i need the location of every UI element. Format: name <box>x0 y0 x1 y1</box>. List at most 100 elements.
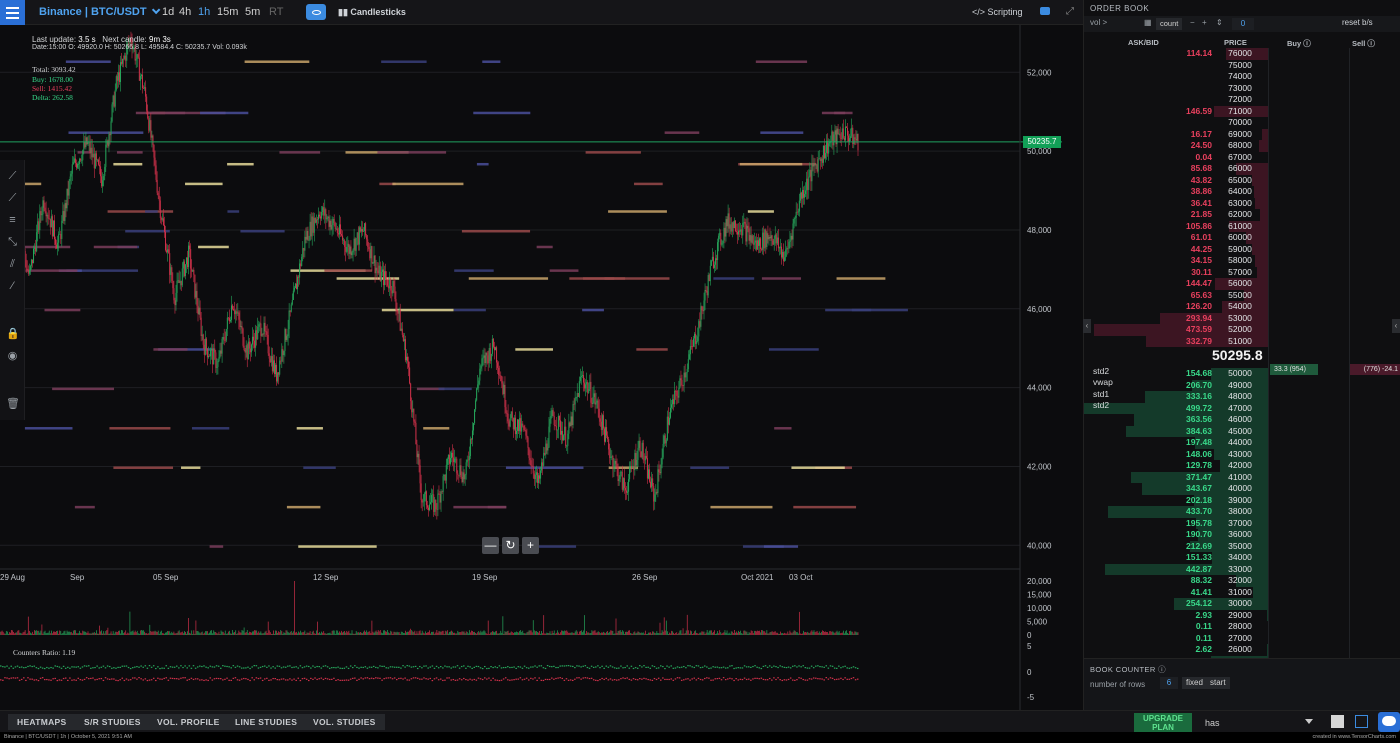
tab-vol-studies[interactable]: VOL. STUDIES <box>304 714 385 730</box>
ask-row[interactable]: 65.63 55000 <box>1084 289 1400 301</box>
ask-row[interactable]: 75000 <box>1084 60 1400 72</box>
bid-row[interactable]: 2.93 29000 <box>1084 609 1400 622</box>
ask-row[interactable]: 144.47 56000 <box>1084 278 1400 290</box>
chevron-down-icon[interactable] <box>1305 719 1313 724</box>
arrows-icon[interactable]: ⇕ <box>1216 18 1223 27</box>
camera-icon[interactable] <box>1040 7 1050 15</box>
bid-row[interactable]: 41.41 31000 <box>1084 586 1400 599</box>
ask-row[interactable]: 146.59 71000 <box>1084 105 1400 117</box>
trash-icon[interactable]: 🗑 <box>6 398 20 411</box>
bid-row[interactable]: 88.32 32000 <box>1084 575 1400 587</box>
upgrade-plan-button[interactable]: UPGRADE PLAN <box>1134 713 1192 733</box>
tab-heatmaps[interactable]: HEATMAPS <box>8 714 76 730</box>
channel-icon[interactable]: ⫽ <box>6 258 19 271</box>
pair-selector[interactable]: Binance | BTC/USDT <box>39 5 160 18</box>
vol-label[interactable]: vol > <box>1090 18 1107 27</box>
bid-row[interactable]: 212.69 35000 <box>1084 540 1400 553</box>
bid-row[interactable]: 254.12 30000 <box>1084 598 1400 610</box>
bid-row[interactable]: 384.63 45000 <box>1084 425 1400 438</box>
lock-icon[interactable]: 🔒 <box>6 328 20 341</box>
bid-row[interactable]: 2.62 26000 <box>1084 644 1400 656</box>
ruler-icon[interactable]: ⁄ <box>6 280 19 293</box>
bid-row[interactable]: 371.47 41000 <box>1084 471 1400 484</box>
ask-row[interactable]: 16.17 69000 <box>1084 128 1400 140</box>
ask-row[interactable]: 0.04 67000 <box>1084 152 1400 164</box>
ask-row[interactable]: 24.50 68000 <box>1084 140 1400 152</box>
ask-row[interactable]: 30.11 57000 <box>1084 266 1400 278</box>
count-button[interactable]: count <box>1156 18 1183 30</box>
tab-line-studies[interactable]: LINE STUDIES <box>226 714 307 730</box>
ask-row[interactable]: 473.59 52000 <box>1084 324 1400 336</box>
bid-row[interactable]: 442.87 33000 <box>1084 563 1400 576</box>
bid-row[interactable]: 499.72 47000 <box>1084 402 1400 415</box>
grid-icon[interactable]: ▦ <box>1144 18 1152 27</box>
ask-row[interactable]: 293.94 53000 <box>1084 312 1400 324</box>
ask-row[interactable]: 70000 <box>1084 117 1400 129</box>
measure-icon[interactable]: ⤡ <box>6 236 19 249</box>
timeframe-4h[interactable]: 4h <box>179 6 191 18</box>
bid-row[interactable]: 195.78 37000 <box>1084 517 1400 530</box>
ask-row[interactable]: 332.79 51000 <box>1084 335 1400 347</box>
bid-row[interactable]: 148.06 43000 <box>1084 448 1400 461</box>
tab-vol-profile[interactable]: VOL. PROFILE <box>148 714 229 730</box>
bid-row[interactable]: 202.18 39000 <box>1084 494 1400 507</box>
ask-row[interactable]: 105.86 61000 <box>1084 220 1400 232</box>
timeframe-rt[interactable]: RT <box>269 6 283 18</box>
ask-row[interactable]: 126.20 54000 <box>1084 301 1400 313</box>
trendline-icon[interactable]: ⟋ <box>6 170 19 183</box>
dark-theme-icon[interactable] <box>1355 715 1368 728</box>
bid-row[interactable]: 363.56 46000 <box>1084 414 1400 426</box>
ask-row[interactable]: 72000 <box>1084 94 1400 106</box>
ask-row[interactable]: 85.68 66000 <box>1084 163 1400 175</box>
bid-row[interactable]: 433.70 38000 <box>1084 506 1400 518</box>
rows-input[interactable]: 6 <box>1160 677 1178 689</box>
collapse-left-icon[interactable]: ‹ <box>1083 319 1091 333</box>
plus-icon[interactable]: + <box>1202 18 1207 27</box>
bid-row[interactable]: 333.16 48000 <box>1084 391 1400 403</box>
ray-icon[interactable]: ⟋ <box>6 192 19 205</box>
timeframe-15m[interactable]: 15m <box>217 6 238 18</box>
timeframe-5m[interactable]: 5m <box>245 6 260 18</box>
ask-row[interactable]: 61.01 60000 <box>1084 232 1400 244</box>
ask-row[interactable]: 74000 <box>1084 71 1400 83</box>
zoom-reset-button[interactable]: ↻ <box>502 537 519 554</box>
zoom-out-button[interactable]: — <box>482 537 499 554</box>
bid-row[interactable]: 197.48 44000 <box>1084 437 1400 449</box>
visibility-toggle-icon[interactable] <box>306 4 326 20</box>
zoom-in-button[interactable]: + <box>522 537 539 554</box>
bid-row[interactable]: 190.70 36000 <box>1084 529 1400 541</box>
light-theme-icon[interactable] <box>1331 715 1344 728</box>
ask-row[interactable]: 43.82 65000 <box>1084 174 1400 186</box>
expand-icon[interactable]: ⤢ <box>1066 6 1074 17</box>
ask-row[interactable]: 38.86 64000 <box>1084 186 1400 198</box>
fixed-button[interactable]: fixed <box>1182 677 1207 689</box>
ask-row[interactable]: 36.41 63000 <box>1084 197 1400 209</box>
ask-row[interactable]: 21.85 62000 <box>1084 209 1400 221</box>
ask-row[interactable]: 44.25 59000 <box>1084 243 1400 255</box>
timeframe-1d[interactable]: 1d <box>162 6 174 18</box>
timeframe-1h[interactable]: 1h <box>198 6 210 18</box>
collapse-right-icon[interactable]: ‹ <box>1392 319 1400 333</box>
start-button[interactable]: start <box>1206 677 1230 689</box>
bid-row[interactable]: 343.67 40000 <box>1084 483 1400 495</box>
reset-bs-button[interactable]: reset b/s <box>1342 18 1373 27</box>
eye-icon[interactable]: ◉ <box>6 350 19 363</box>
ask-row[interactable]: 114.14 76000 <box>1084 48 1400 60</box>
minus-icon[interactable]: − <box>1190 18 1195 27</box>
chat-icon[interactable] <box>1378 712 1400 732</box>
scripting-button[interactable]: </> Scripting <box>972 7 1023 17</box>
tab-sr-studies[interactable]: S/R STUDIES <box>75 714 150 730</box>
bid-row[interactable]: 206.70 49000 <box>1084 379 1400 392</box>
ask-row[interactable]: 73000 <box>1084 83 1400 95</box>
symbol-input[interactable] <box>1205 716 1315 730</box>
bid-row[interactable]: 0.11 27000 <box>1084 632 1400 645</box>
hamburger-menu-icon[interactable] <box>0 0 25 25</box>
offset-input[interactable]: 0 <box>1232 18 1254 30</box>
bid-row[interactable]: 129.78 42000 <box>1084 460 1400 472</box>
chart-type-button[interactable]: ▮▮ Candlesticks <box>338 7 406 18</box>
horizontal-lines-icon[interactable]: ≡ <box>6 214 19 227</box>
ask-row[interactable]: 34.15 58000 <box>1084 255 1400 267</box>
bid-row[interactable]: 0.11 28000 <box>1084 621 1400 633</box>
bid-row[interactable]: 151.33 34000 <box>1084 552 1400 564</box>
price-chart[interactable]: 52,00050,00048,00046,00044,00042,00040,0… <box>0 25 1083 710</box>
